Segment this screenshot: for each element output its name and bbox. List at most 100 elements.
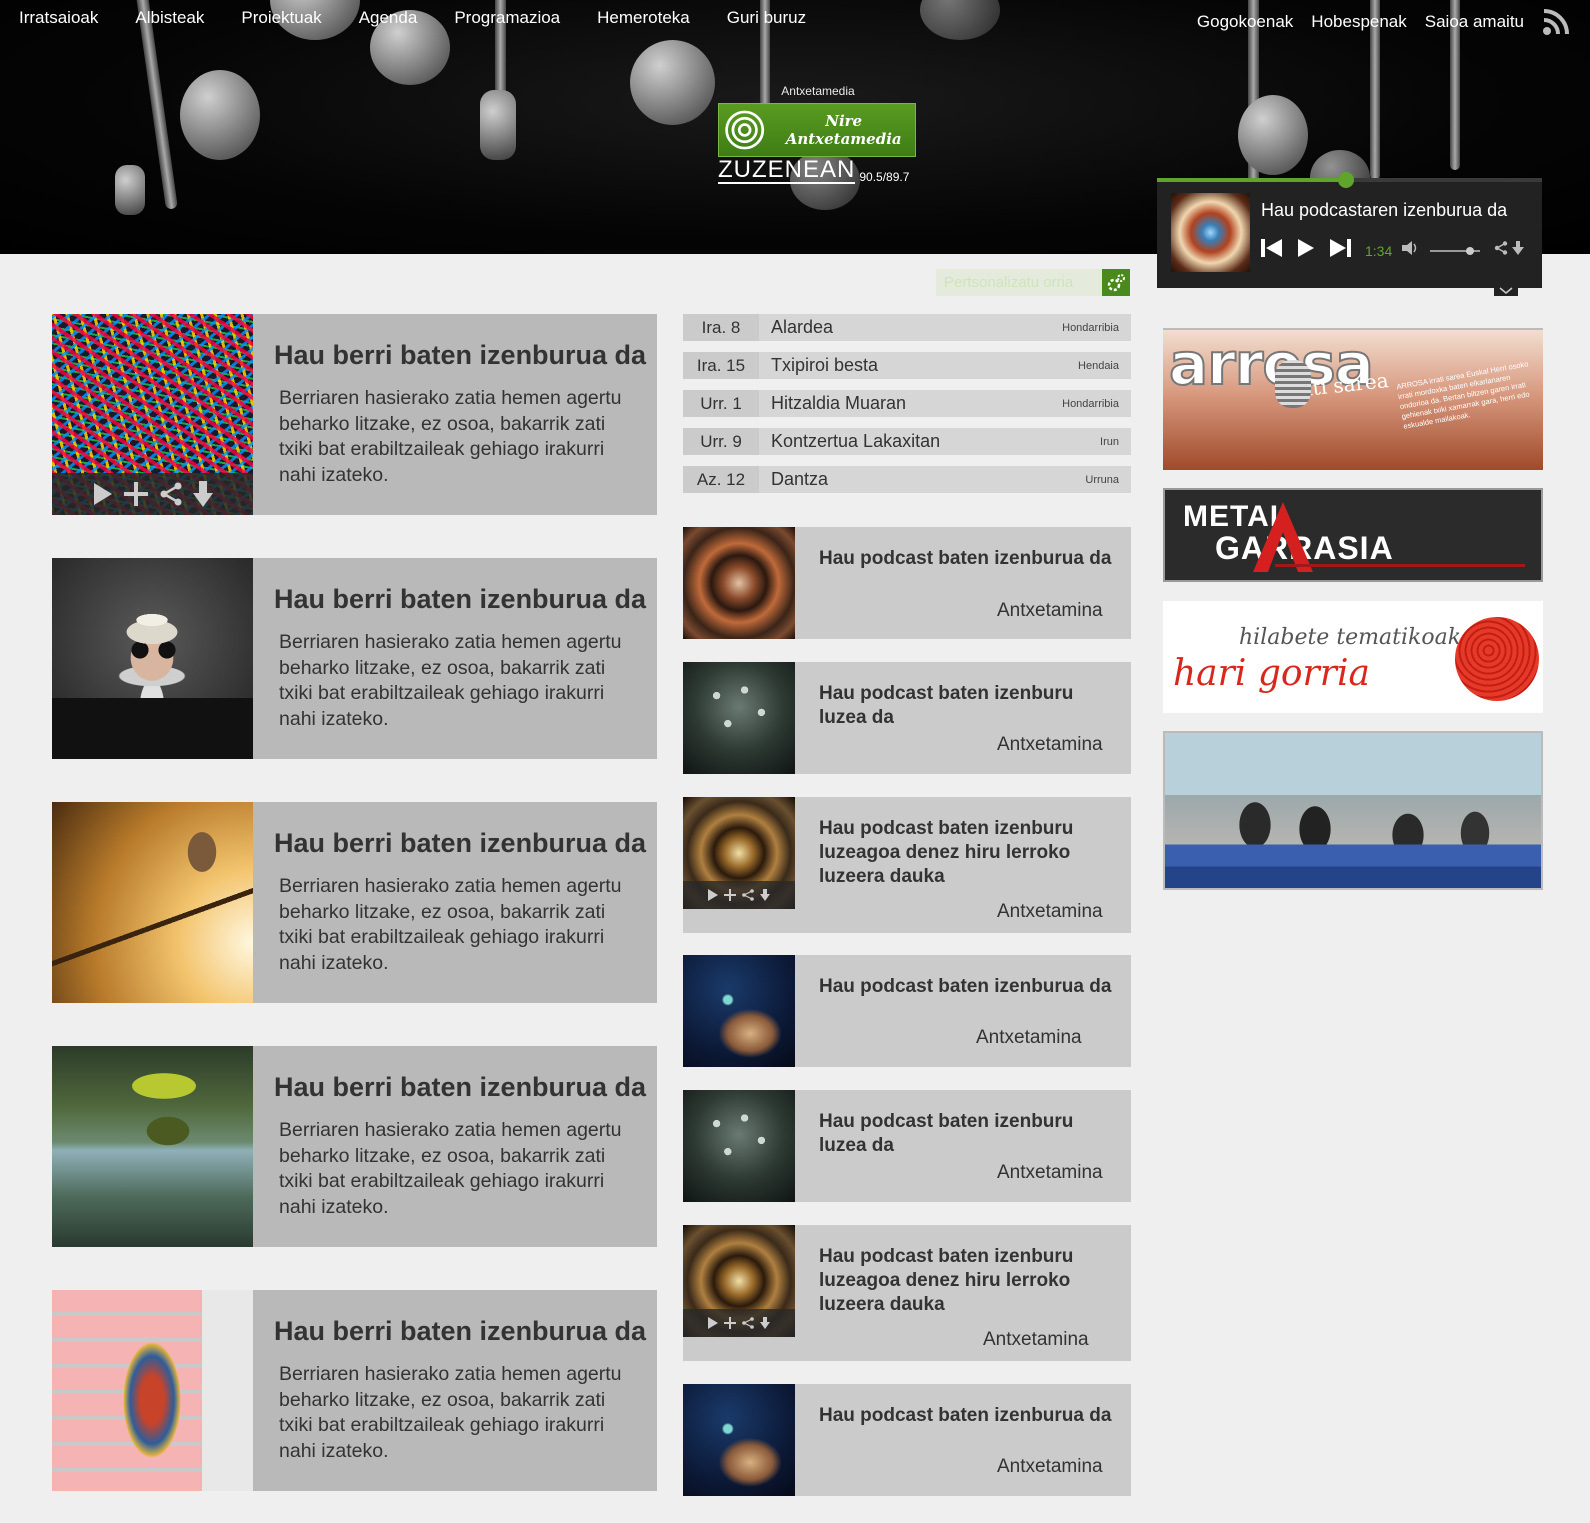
podcast-image[interactable] bbox=[683, 955, 795, 1067]
agenda-event[interactable]: Urr. 9 Kontzertua Lakaxitan Irun bbox=[683, 428, 1131, 455]
share-icon[interactable] bbox=[159, 482, 183, 506]
play-icon[interactable] bbox=[1297, 238, 1315, 263]
volume-icon[interactable] bbox=[1402, 240, 1420, 261]
event-place: Hondarribia bbox=[1062, 397, 1119, 410]
next-icon[interactable] bbox=[1329, 238, 1351, 263]
podcast-image[interactable] bbox=[683, 662, 795, 774]
podcast-card[interactable]: Hau podcast baten izenburua da Antxetami… bbox=[683, 527, 1131, 639]
news-image[interactable] bbox=[52, 802, 253, 1003]
logo-badge: Nire Antxetamedia bbox=[718, 103, 916, 157]
podcast-card[interactable]: Hau podcast baten izenburua da Antxetami… bbox=[683, 1384, 1131, 1496]
nav-item-gogokoenak[interactable]: Gogokoenak bbox=[1197, 12, 1293, 32]
podcast-title[interactable]: Hau podcast baten izenburu luzea da bbox=[819, 1110, 1119, 1158]
news-card[interactable]: Hau berri baten izenburua da Berriaren h… bbox=[52, 558, 657, 759]
nav-item-albisteak[interactable]: Albisteak bbox=[135, 8, 223, 28]
news-title[interactable]: Hau berri baten izenburua da bbox=[274, 1072, 646, 1103]
live-label: ZUZENEAN bbox=[718, 156, 856, 184]
play-icon[interactable] bbox=[93, 482, 113, 506]
personalize-page-button[interactable]: Pertsonalizatu orria bbox=[936, 269, 1130, 296]
add-icon[interactable] bbox=[123, 481, 149, 507]
download-icon[interactable] bbox=[1512, 241, 1525, 260]
metal-garrasia-banner[interactable]: METAL GARRASIA bbox=[1163, 488, 1543, 582]
news-card[interactable]: Hau berri baten izenburua da Berriaren h… bbox=[52, 802, 657, 1003]
podcast-image[interactable] bbox=[683, 1090, 795, 1202]
hari-gorria-banner[interactable]: hilabete tematikoak hari gorria bbox=[1163, 601, 1543, 713]
conference-banner[interactable] bbox=[1163, 731, 1543, 890]
podcast-author[interactable]: Antxetamina bbox=[997, 600, 1103, 622]
podcast-author[interactable]: Antxetamina bbox=[983, 1329, 1089, 1351]
download-icon[interactable] bbox=[192, 481, 213, 507]
earbud-decor bbox=[480, 90, 516, 160]
download-icon[interactable] bbox=[760, 889, 770, 901]
site-logo[interactable]: Antxetamedia Nire Antxetamedia ZUZENEAN … bbox=[718, 84, 918, 184]
podcast-title[interactable]: Hau podcast baten izenburua da bbox=[819, 547, 1119, 571]
podcast-author[interactable]: Antxetamina bbox=[976, 1027, 1082, 1049]
nav-item-saioa-amaitu[interactable]: Saioa amaitu bbox=[1425, 12, 1524, 32]
volume-slider[interactable] bbox=[1430, 246, 1481, 255]
podcast-author[interactable]: Antxetamina bbox=[997, 901, 1103, 923]
news-title[interactable]: Hau berri baten izenburua da bbox=[274, 340, 646, 371]
news-card[interactable]: Hau berri baten izenburua da Berriaren h… bbox=[52, 314, 657, 515]
share-icon[interactable] bbox=[742, 889, 754, 901]
agenda-event[interactable]: Ira. 15 Txipiroi besta Hendaia bbox=[683, 352, 1131, 379]
podcast-title[interactable]: Hau podcast baten izenburua da bbox=[819, 1404, 1119, 1428]
podcast-card[interactable]: Hau podcast baten izenburu luzea da Antx… bbox=[683, 1090, 1131, 1202]
add-icon[interactable] bbox=[724, 889, 736, 901]
news-excerpt: Berriaren hasierako zatia hemen agertu b… bbox=[279, 387, 622, 486]
nav-item-irratsaioak[interactable]: Irratsaioak bbox=[19, 8, 117, 28]
news-excerpt: Berriaren hasierako zatia hemen agertu b… bbox=[279, 875, 622, 974]
chevron-down-icon bbox=[1499, 287, 1513, 294]
agenda-event[interactable]: Ira. 8 Alardea Hondarribia bbox=[683, 314, 1131, 341]
podcast-image[interactable] bbox=[683, 1225, 795, 1337]
player-progress-handle[interactable] bbox=[1337, 172, 1354, 188]
podcast-card[interactable]: Hau podcast baten izenburu luzea da Antx… bbox=[683, 662, 1131, 774]
arrosa-banner[interactable]: arrosa irrati sarea ARROSA irrati sarea … bbox=[1163, 328, 1543, 470]
podcast-image[interactable] bbox=[683, 797, 795, 909]
logo-top-text: Antxetamedia bbox=[781, 84, 855, 98]
news-image[interactable] bbox=[52, 558, 253, 759]
play-icon[interactable] bbox=[708, 1317, 718, 1329]
agenda-event[interactable]: Urr. 1 Hitzaldia Muaran Hondarribia bbox=[683, 390, 1131, 417]
event-title: Hitzaldia Muaran bbox=[771, 393, 907, 413]
download-icon[interactable] bbox=[760, 1317, 770, 1329]
add-icon[interactable] bbox=[724, 1317, 736, 1329]
nav-item-guri-buruz[interactable]: Guri buruz bbox=[727, 8, 825, 28]
play-icon[interactable] bbox=[708, 889, 718, 901]
podcast-title[interactable]: Hau podcast baten izenburu luzea da bbox=[819, 682, 1119, 730]
rss-icon[interactable] bbox=[1542, 8, 1570, 36]
news-card[interactable]: Hau berri baten izenburua da Berriaren h… bbox=[52, 1046, 657, 1247]
news-image[interactable] bbox=[52, 1046, 253, 1247]
nav-item-agenda[interactable]: Agenda bbox=[359, 8, 437, 28]
nav-item-hemeroteka[interactable]: Hemeroteka bbox=[597, 8, 709, 28]
hari-gorria-line1: hilabete tematikoak bbox=[1239, 625, 1462, 650]
player-collapse-toggle[interactable] bbox=[1494, 284, 1518, 296]
nav-item-proiektuak[interactable]: Proiektuak bbox=[241, 8, 340, 28]
podcast-author[interactable]: Antxetamina bbox=[997, 734, 1103, 756]
podcast-title[interactable]: Hau podcast baten izenburu luzeagoa dene… bbox=[819, 1245, 1119, 1317]
news-title[interactable]: Hau berri baten izenburua da bbox=[274, 1316, 646, 1347]
podcast-image[interactable] bbox=[683, 1384, 795, 1496]
personalize-label: Pertsonalizatu orria bbox=[944, 274, 1074, 291]
news-image[interactable] bbox=[52, 1290, 253, 1491]
podcast-image[interactable] bbox=[683, 527, 795, 639]
podcast-card[interactable]: Hau podcast baten izenburu luzeagoa dene… bbox=[683, 797, 1131, 933]
news-card[interactable]: Hau berri baten izenburua da Berriaren h… bbox=[52, 1290, 657, 1491]
news-title[interactable]: Hau berri baten izenburua da bbox=[274, 584, 646, 615]
volume-slider-handle[interactable] bbox=[1466, 246, 1475, 255]
share-icon[interactable] bbox=[1494, 241, 1508, 260]
event-date: Az. 12 bbox=[683, 466, 759, 493]
player-progress-bar[interactable] bbox=[1157, 172, 1542, 188]
previous-icon[interactable] bbox=[1261, 238, 1283, 263]
news-title[interactable]: Hau berri baten izenburua da bbox=[274, 828, 646, 859]
nav-item-programazioa[interactable]: Programazioa bbox=[454, 8, 579, 28]
podcast-title[interactable]: Hau podcast baten izenburu luzeagoa dene… bbox=[819, 817, 1119, 889]
agenda-event[interactable]: Az. 12 Dantza Urruna bbox=[683, 466, 1131, 493]
podcast-card[interactable]: Hau podcast baten izenburu luzeagoa dene… bbox=[683, 1225, 1131, 1361]
podcast-card[interactable]: Hau podcast baten izenburua da Antxetami… bbox=[683, 955, 1131, 1067]
podcast-title[interactable]: Hau podcast baten izenburua da bbox=[819, 975, 1119, 999]
nav-item-hobespenak[interactable]: Hobespenak bbox=[1311, 12, 1406, 32]
share-icon[interactable] bbox=[742, 1317, 754, 1329]
podcast-author[interactable]: Antxetamina bbox=[997, 1456, 1103, 1478]
podcast-author[interactable]: Antxetamina bbox=[997, 1162, 1103, 1184]
event-title: Dantza bbox=[771, 469, 829, 489]
